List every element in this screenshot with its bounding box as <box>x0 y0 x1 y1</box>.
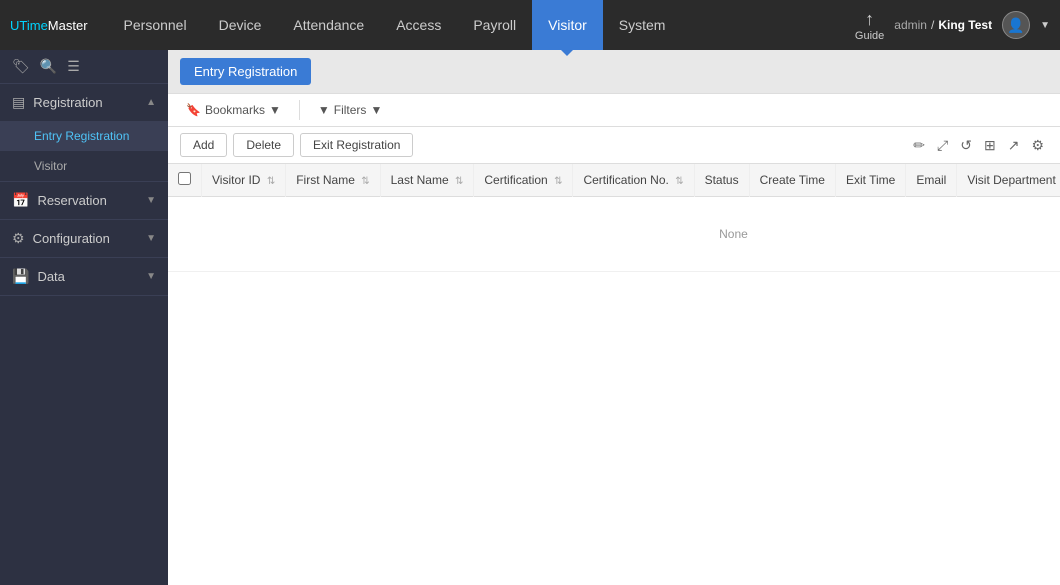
filters-dropdown-arrow: ▼ <box>370 103 382 117</box>
table-header-status: Status <box>694 164 749 197</box>
logo-master: Master <box>48 18 88 33</box>
visitor-id-sort-icon[interactable]: ⇅ <box>267 176 275 187</box>
bookmarks-button[interactable]: 🔖 Bookmarks ▼ <box>180 101 287 119</box>
data-section-icon: 💾 <box>12 268 29 285</box>
list-icon[interactable]: ☰ <box>67 58 80 75</box>
filter-icon: ▼ <box>318 103 330 117</box>
bookmarks-filters-toolbar: 🔖 Bookmarks ▼ ▼ Filters ▼ <box>168 94 1060 127</box>
registration-chevron-icon: ▲ <box>146 97 156 108</box>
user-slash: / <box>931 18 934 32</box>
logo-utime: UTime <box>10 18 48 33</box>
bookmark-icon: 🔖 <box>186 103 201 117</box>
certification-sort-icon[interactable]: ⇅ <box>554 176 562 187</box>
table-header-first-name: First Name ⇅ <box>286 164 380 197</box>
app-logo: UTime Master <box>10 18 88 33</box>
nav-access[interactable]: Access <box>380 0 457 50</box>
user-avatar[interactable]: 👤 <box>1002 11 1030 39</box>
export-icon-button[interactable]: ↗ <box>1004 135 1024 156</box>
user-name: King Test <box>938 18 992 32</box>
table-header-checkbox <box>168 164 202 197</box>
main-layout: 🏷 🔍 ☰ ▤ Registration ▲ Entry Registratio… <box>0 50 1060 585</box>
action-buttons-right: ✏ ⤢ ↺ ⊞ ↗ ⚙ <box>909 135 1048 156</box>
sidebar-item-entry-registration[interactable]: Entry Registration <box>0 121 168 151</box>
user-admin: admin <box>894 18 927 32</box>
search-icon[interactable]: 🔍 <box>40 58 57 75</box>
configuration-chevron-icon: ▼ <box>146 233 156 244</box>
sidebar-section-configuration-header[interactable]: ⚙ Configuration ▼ <box>0 220 168 257</box>
last-name-sort-icon[interactable]: ⇅ <box>455 176 463 187</box>
nav-system[interactable]: System <box>603 0 682 50</box>
guide-label: Guide <box>855 30 884 42</box>
add-button[interactable]: Add <box>180 133 227 157</box>
top-navigation: UTime Master Personnel Device Attendance… <box>0 0 1060 50</box>
action-row: Add Delete Exit Registration ✏ ⤢ ↺ ⊞ ↗ ⚙ <box>168 127 1060 164</box>
registration-section-icon: ▤ <box>12 94 25 111</box>
nav-right: ↑ Guide admin / King Test 👤 ▼ <box>855 9 1050 42</box>
delete-button[interactable]: Delete <box>233 133 294 157</box>
data-chevron-icon: ▼ <box>146 271 156 282</box>
sidebar-registration-label: Registration <box>33 95 138 110</box>
content-area: Entry Registration 🔖 Bookmarks ▼ ▼ Filte… <box>168 50 1060 585</box>
sidebar-reservation-label: Reservation <box>37 193 138 208</box>
sidebar-section-data-header[interactable]: 💾 Data ▼ <box>0 258 168 295</box>
sidebar: 🏷 🔍 ☰ ▤ Registration ▲ Entry Registratio… <box>0 50 168 585</box>
sidebar-toolbar: 🏷 🔍 ☰ <box>0 50 168 84</box>
table-header-exit-time: Exit Time <box>835 164 905 197</box>
filters-label: Filters <box>334 103 367 117</box>
sidebar-configuration-label: Configuration <box>33 231 139 246</box>
table-header: Visitor ID ⇅ First Name ⇅ Last Name ⇅ <box>168 164 1060 197</box>
certification-no-sort-icon[interactable]: ⇅ <box>675 176 683 187</box>
sidebar-item-visitor[interactable]: Visitor <box>0 151 168 181</box>
entry-registration-tab[interactable]: Entry Registration <box>180 58 311 85</box>
empty-row: None <box>168 197 1060 272</box>
sidebar-section-registration-header[interactable]: ▤ Registration ▲ <box>0 84 168 121</box>
filters-button[interactable]: ▼ Filters ▼ <box>312 101 388 119</box>
reservation-section-icon: 📅 <box>12 192 29 209</box>
nav-device[interactable]: Device <box>203 0 278 50</box>
sidebar-section-configuration: ⚙ Configuration ▼ <box>0 220 168 258</box>
expand-icon-button[interactable]: ⤢ <box>933 135 952 156</box>
edit-icon-button[interactable]: ✏ <box>909 135 929 156</box>
table-header-email: Email <box>906 164 957 197</box>
table-body: None <box>168 197 1060 272</box>
sidebar-section-reservation-header[interactable]: 📅 Reservation ▼ <box>0 182 168 219</box>
sidebar-section-reservation: 📅 Reservation ▼ <box>0 182 168 220</box>
user-dropdown-arrow[interactable]: ▼ <box>1040 20 1050 31</box>
table-header-create-time: Create Time <box>749 164 835 197</box>
nav-visitor[interactable]: Visitor <box>532 0 603 50</box>
sidebar-section-data: 💾 Data ▼ <box>0 258 168 296</box>
guide-icon: ↑ <box>865 9 874 30</box>
table-header-visitor-id: Visitor ID ⇅ <box>202 164 286 197</box>
first-name-sort-icon[interactable]: ⇅ <box>361 176 369 187</box>
settings-icon-button[interactable]: ⚙ <box>1027 135 1048 156</box>
toolbar-separator <box>299 100 300 120</box>
bookmarks-dropdown-arrow: ▼ <box>269 103 281 117</box>
table-header-certification-no: Certification No. ⇅ <box>573 164 694 197</box>
sidebar-section-registration: ▤ Registration ▲ Entry Registration Visi… <box>0 84 168 182</box>
guide-button[interactable]: ↑ Guide <box>855 9 884 42</box>
columns-icon-button[interactable]: ⊞ <box>980 135 1000 156</box>
action-buttons-left: Add Delete Exit Registration <box>180 133 413 157</box>
table-header-visit-department: Visit Department <box>957 164 1060 197</box>
select-all-checkbox[interactable] <box>178 172 191 185</box>
table-header-last-name: Last Name ⇅ <box>380 164 474 197</box>
tag-icon[interactable]: 🏷 <box>12 58 30 75</box>
data-table-container: Visitor ID ⇅ First Name ⇅ Last Name ⇅ <box>168 164 1060 585</box>
table-header-row: Visitor ID ⇅ First Name ⇅ Last Name ⇅ <box>168 164 1060 197</box>
reservation-chevron-icon: ▼ <box>146 195 156 206</box>
sidebar-data-label: Data <box>37 269 138 284</box>
nav-items: Personnel Device Attendance Access Payro… <box>108 0 855 50</box>
empty-message: None <box>168 197 1060 272</box>
nav-payroll[interactable]: Payroll <box>457 0 532 50</box>
content-header: Entry Registration <box>168 50 1060 94</box>
user-info: admin / King Test <box>894 18 992 32</box>
configuration-section-icon: ⚙ <box>12 230 25 247</box>
exit-registration-button[interactable]: Exit Registration <box>300 133 413 157</box>
refresh-icon-button[interactable]: ↺ <box>956 135 976 156</box>
nav-attendance[interactable]: Attendance <box>277 0 380 50</box>
table-header-certification: Certification ⇅ <box>474 164 573 197</box>
data-table: Visitor ID ⇅ First Name ⇅ Last Name ⇅ <box>168 164 1060 272</box>
nav-personnel[interactable]: Personnel <box>108 0 203 50</box>
bookmarks-label: Bookmarks <box>205 103 265 117</box>
